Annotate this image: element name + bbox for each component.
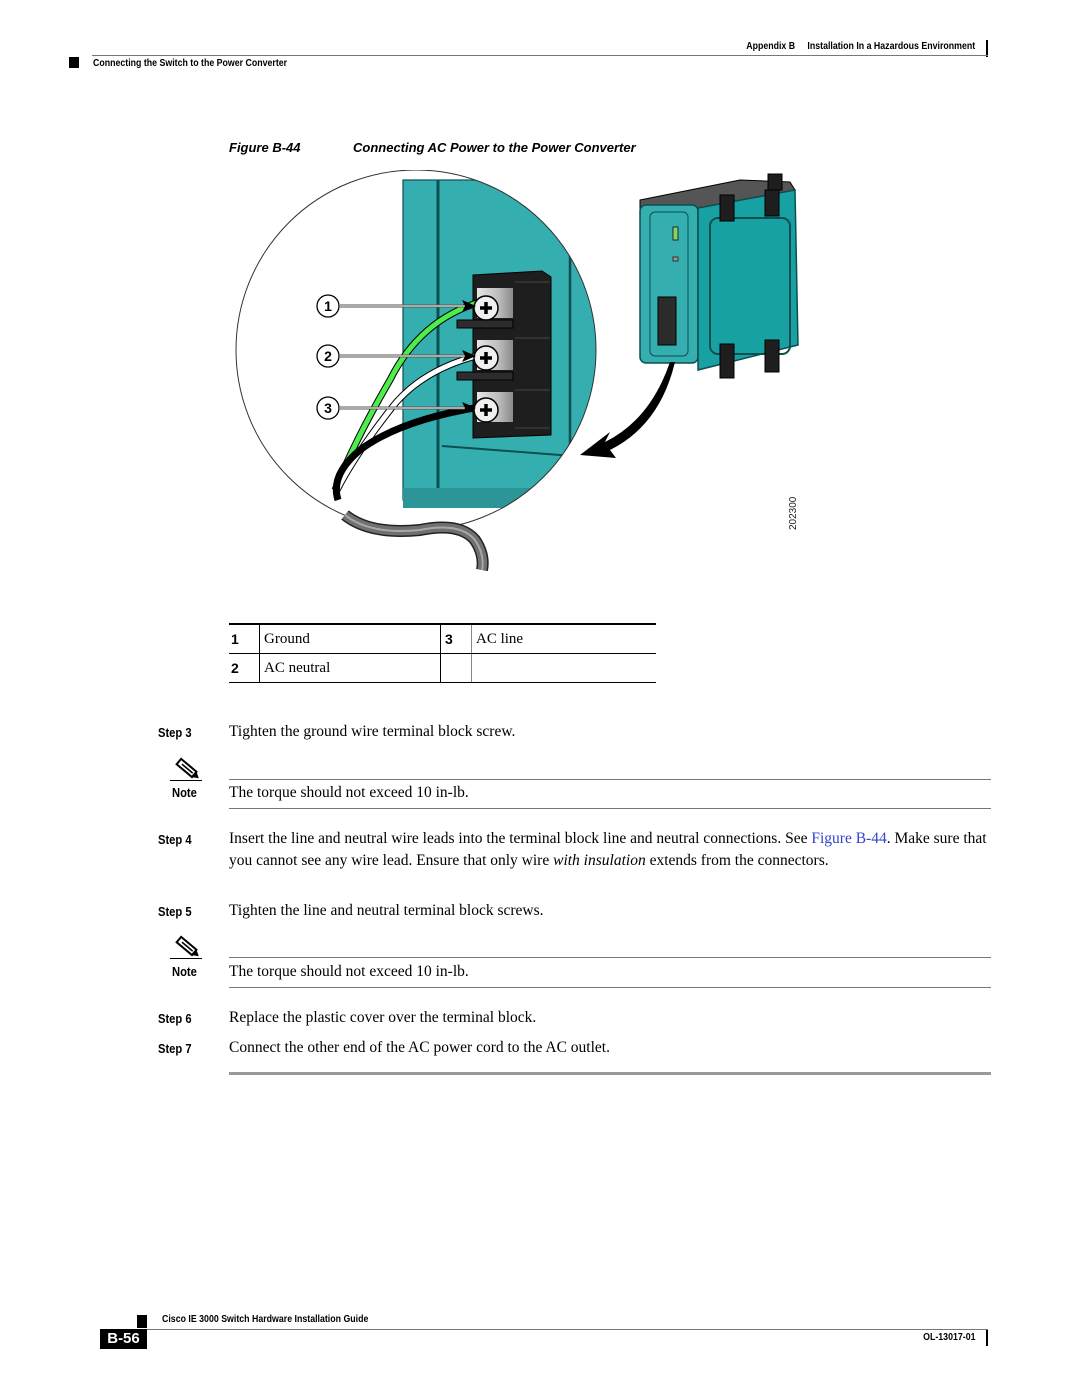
legend-row: 2 AC neutral <box>229 653 656 683</box>
step-4-text: Insert the line and neutral wire leads i… <box>229 828 994 872</box>
legend-number <box>440 653 472 683</box>
callout-1-label: 1 <box>324 298 332 314</box>
power-converter <box>639 173 799 379</box>
pencil-note-icon <box>175 757 199 779</box>
legend-description: Ground <box>259 623 441 654</box>
step-4-text-c: extends from the connectors. <box>645 852 829 869</box>
footer-marker <box>137 1315 147 1328</box>
screw-1 <box>473 295 499 321</box>
legend-description: AC neutral <box>259 653 441 683</box>
procedure-end-rule <box>229 1072 991 1075</box>
step-6-text: Replace the plastic cover over the termi… <box>229 1009 537 1026</box>
appendix-label: Appendix B <box>746 41 795 52</box>
footer-guide-title: Cisco IE 3000 Switch Hardware Installati… <box>162 1314 369 1325</box>
page-number: B-56 <box>100 1329 147 1349</box>
chapter-title: Installation In a Hazardous Environment <box>807 41 975 52</box>
screw-3 <box>473 397 499 423</box>
note-1-label: Note <box>172 785 197 800</box>
figure-caption: Figure B-44 Connecting AC Power to the Po… <box>229 140 636 155</box>
note-bottom-rule <box>229 987 991 988</box>
step-4-text-a: Insert the line and neutral wire leads i… <box>229 830 812 847</box>
footer-bar <box>986 1330 988 1346</box>
legend-row: 1 Ground 3 AC line <box>229 623 656 654</box>
footer-rule <box>137 1329 988 1330</box>
figure-number: Figure B-44 <box>229 140 301 155</box>
note-top-rule <box>229 779 991 780</box>
figure-title: Connecting AC Power to the Power Convert… <box>353 140 636 155</box>
note-1-text: The torque should not exceed 10 in-lb. <box>229 784 469 801</box>
document-number: OL-13017-01 <box>922 1332 975 1343</box>
legend-number: 2 <box>229 653 260 683</box>
legend-description: AC line <box>471 623 656 654</box>
note-2-label: Note <box>172 964 197 979</box>
running-header-chapter: Appendix B Installation In a Hazardous En… <box>746 41 975 52</box>
running-header-section: Connecting the Switch to the Power Conve… <box>93 58 288 69</box>
step-5-label: Step 5 <box>158 904 192 919</box>
screw-2 <box>473 345 499 371</box>
figure-b44-link[interactable]: Figure B-44 <box>811 830 886 847</box>
step-7-label: Step 7 <box>158 1041 192 1056</box>
figure-illustration: 1 2 3 202300 <box>235 170 799 572</box>
header-rule <box>92 55 988 56</box>
note-icon-underline <box>170 958 202 959</box>
step-4-label: Step 4 <box>158 832 192 847</box>
pencil-note-icon <box>175 935 199 957</box>
step-3-label: Step 3 <box>158 725 192 740</box>
step-7-text: Connect the other end of the AC power co… <box>229 1039 610 1056</box>
legend-number: 1 <box>229 623 260 654</box>
note-top-rule <box>229 957 991 958</box>
note-2-text: The torque should not exceed 10 in-lb. <box>229 963 469 980</box>
legend-number: 3 <box>440 623 472 654</box>
callout-2-label: 2 <box>324 348 332 364</box>
figure-legend-table: 1 Ground 3 AC line 2 AC neutral <box>229 623 656 683</box>
legend-description <box>471 653 656 683</box>
step-5-text: Tighten the line and neutral terminal bl… <box>229 902 544 919</box>
header-marker <box>69 57 79 68</box>
step-3-text: Tighten the ground wire terminal block s… <box>229 723 516 740</box>
note-icon-underline <box>170 780 202 781</box>
note-bottom-rule <box>229 808 991 809</box>
callout-3-label: 3 <box>324 400 332 416</box>
step-4-emphasis: with insulation <box>553 852 646 869</box>
art-id: 202300 <box>788 496 799 530</box>
step-6-label: Step 6 <box>158 1011 192 1026</box>
